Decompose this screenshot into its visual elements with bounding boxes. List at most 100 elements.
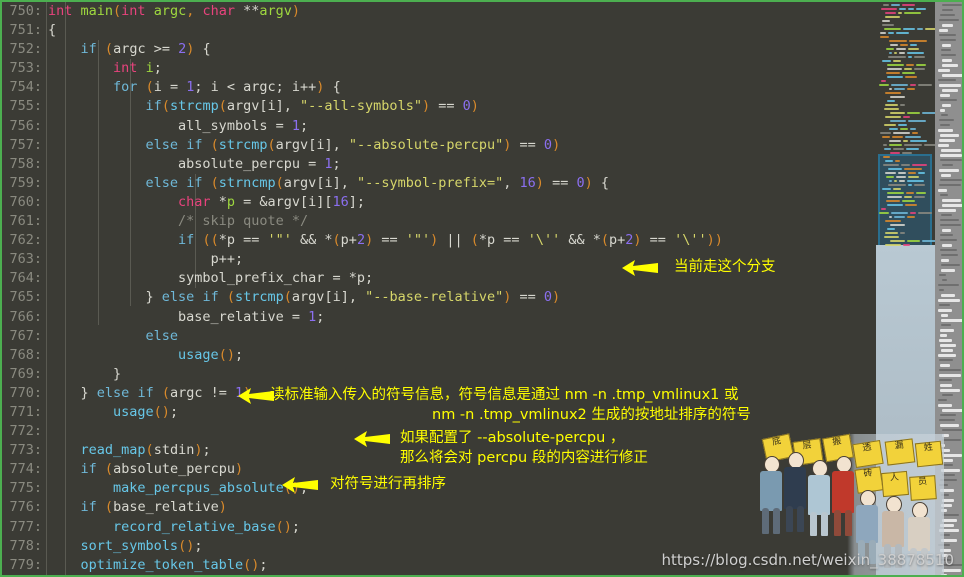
code-line[interactable]: else (48, 327, 880, 346)
code-line[interactable]: /* skip quote */ (48, 212, 880, 231)
minimap-code-row (903, 140, 908, 142)
minimap-code-row (894, 88, 905, 90)
left-arrow-icon (238, 388, 274, 408)
minimap[interactable] (876, 2, 935, 575)
minimap-code-row (898, 124, 907, 126)
overview-ruler-scrollbar[interactable] (935, 2, 962, 575)
ruler-tick (941, 49, 951, 51)
code-editor[interactable]: 750: 751: 752: 753: 754: 755: 756: 757: 758: 759:… (2, 2, 880, 575)
code-line[interactable]: char *p = &argv[i][16]; (48, 193, 880, 212)
code-token: sort_symbols (80, 537, 179, 554)
code-line[interactable]: else if (strncmp(argv[i], "--symbol-pref… (48, 174, 880, 193)
code-line[interactable]: usage(); (48, 346, 880, 365)
ruler-tick (939, 19, 959, 21)
code-token: argc (153, 3, 187, 19)
code-token: ( (226, 289, 235, 306)
minimap-code-row (883, 4, 889, 6)
ruler-tick (939, 484, 948, 486)
code-line[interactable]: if ((*p == '"' && *(p+2) == '"') || (*p … (48, 231, 880, 250)
minimap-code-row (881, 8, 897, 10)
code-token: ( (104, 41, 114, 58)
code-token: ) (218, 499, 227, 516)
code-token: else (145, 174, 179, 191)
minimap-code-row (896, 32, 909, 34)
code-line[interactable]: all_symbols = 1; (48, 117, 880, 136)
minimap-code-row (899, 180, 905, 182)
minimap-code-row (885, 104, 898, 106)
line-number: 762: (9, 232, 42, 249)
code-token: "--base-relative" (365, 289, 504, 306)
code-token: ) (291, 3, 301, 19)
minimap-code-row (904, 144, 922, 146)
code-line[interactable]: for (i = 1; i < argc; i++) { (48, 78, 880, 97)
code-line[interactable]: base_relative = 1; (48, 308, 880, 327)
code-token: 16 (332, 193, 349, 210)
code-line[interactable]: record_relative_base(); (48, 518, 880, 537)
ruler-tick (941, 454, 962, 457)
code-token: argv (291, 289, 325, 306)
line-number: 766: (9, 308, 42, 325)
minimap-code-row (883, 164, 899, 166)
code-line[interactable]: make_percpus_absolute(); (48, 479, 880, 498)
code-token: ( (104, 461, 114, 478)
minimap-code-row (887, 204, 903, 206)
minimap-code-row (910, 84, 916, 86)
ruler-tick (939, 119, 954, 121)
code-token: >= (145, 41, 179, 58)
minimap-code-row (888, 32, 894, 34)
ruler-tick (938, 129, 953, 132)
line-number: 755: (9, 98, 42, 115)
code-token: () (275, 518, 292, 535)
code-line[interactable]: int main(int argc, char **argv) (48, 2, 880, 21)
code-token: ( (210, 174, 219, 191)
code-line[interactable]: { (48, 21, 880, 40)
code-line[interactable]: if (base_relative) (48, 498, 880, 517)
minimap-code-row (888, 168, 902, 170)
ruler-tick (941, 214, 952, 216)
code-line[interactable]: } else if (strcmp(argv[i], "--base-relat… (48, 288, 880, 307)
minimap-code-row (891, 212, 908, 214)
code-content[interactable]: int main(int argc, char **argv){ if (arg… (48, 2, 880, 575)
minimap-code-row (904, 12, 921, 14)
code-token: () (218, 346, 235, 363)
minimap-code-row (908, 48, 919, 50)
code-line[interactable]: } (48, 365, 880, 384)
code-line[interactable]: else if (strcmp(argv[i], "--absolute-per… (48, 136, 880, 155)
ruler-tick (940, 329, 954, 332)
ruler-tick (941, 149, 961, 152)
code-token: if (80, 499, 97, 516)
minimap-code-row (885, 244, 901, 246)
ruler-tick (940, 99, 957, 101)
code-token: /* skip quote */ (178, 213, 309, 230)
minimap-code-row (910, 212, 916, 214)
code-line[interactable]: if(strcmp(argv[i], "--all-symbols") == 0… (48, 97, 880, 116)
ruler-tick (938, 404, 952, 407)
ruler-tick (942, 394, 953, 396)
minimap-code-row (907, 112, 920, 114)
ruler-tick (941, 54, 956, 56)
minimap-code-row (914, 184, 925, 186)
code-line[interactable]: int i; (48, 59, 880, 78)
line-number: 775: (9, 480, 42, 497)
ruler-tick (940, 384, 952, 387)
code-token: [i], (259, 98, 301, 115)
code-line[interactable]: absolute_percpu = 1; (48, 155, 880, 174)
line-number: 773: (9, 442, 42, 459)
code-token: ; i < argc; i++ (194, 79, 317, 96)
minimap-code-row (885, 92, 901, 94)
code-token: if (137, 384, 154, 401)
minimap-code-row (905, 136, 921, 138)
minimap-code-row (881, 80, 886, 82)
code-line[interactable]: if (argc >= 2) { (48, 40, 880, 59)
minimap-code-row (886, 48, 894, 50)
minimap-code-row (879, 212, 889, 214)
code-token: else (145, 136, 179, 153)
